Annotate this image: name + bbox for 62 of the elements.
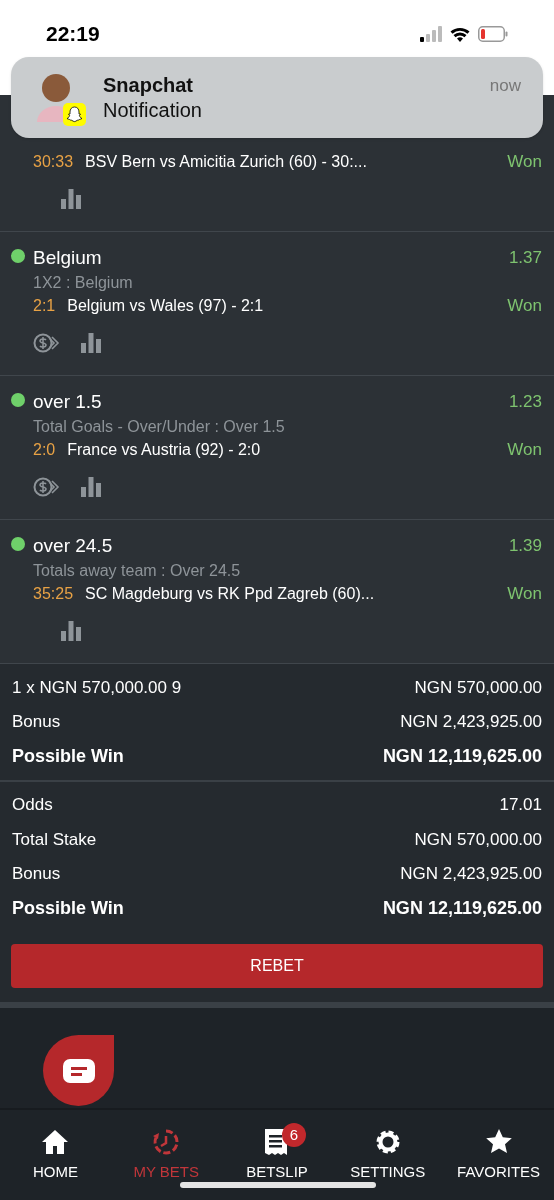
notification-card[interactable]: Snapchat Notification now — [11, 57, 543, 138]
wifi-icon — [450, 26, 470, 42]
summary-label: Possible Win — [12, 744, 124, 768]
stats-icon[interactable] — [61, 621, 81, 641]
summary-value: NGN 12,119,625.00 — [382, 896, 542, 920]
match-score: 35:25 — [33, 584, 74, 604]
odds-value: 1.37 — [508, 247, 542, 270]
summary-label: Total Stake — [12, 828, 97, 851]
match-name: SC Magdeburg vs RK Ppd Zagreb (60)... — [85, 584, 376, 604]
notification-time: now — [489, 75, 521, 97]
stats-icon[interactable] — [81, 477, 101, 497]
match-score: 30:33 — [33, 152, 74, 172]
summary-value: 17.01 — [499, 794, 542, 816]
summary-value: NGN 570,000.00 — [414, 676, 542, 699]
star-icon — [484, 1128, 513, 1156]
selection-name: over 1.5 — [33, 389, 103, 414]
match-name: Belgium vs Wales (97) - 2:1 — [67, 296, 265, 316]
match-name: France vs Austria (92) - 2:0 — [67, 440, 262, 460]
nav-tab[interactable]: SETTINGS — [332, 1110, 444, 1200]
nav-tab[interactable]: 6 BETSLIP — [221, 1110, 333, 1200]
home-icon — [41, 1128, 70, 1156]
summary-value: NGN 12,119,625.00 — [382, 744, 542, 768]
battery-icon — [478, 26, 508, 42]
chat-icon — [62, 1058, 95, 1083]
result-label: Won — [507, 295, 542, 318]
selection-name: over 24.5 — [33, 533, 114, 558]
summary-value: NGN 2,423,925.00 — [400, 863, 542, 885]
stats-icon[interactable] — [81, 333, 101, 353]
status-time: 22:19 — [46, 21, 100, 47]
clock-icon — [152, 1128, 181, 1156]
rebet-button[interactable]: REBET — [11, 943, 543, 988]
match-name: BSV Bern vs Amicitia Zurich (60) - 30:... — [85, 152, 368, 172]
summary-value: NGN 2,423,925.00 — [400, 711, 542, 733]
stats-icon[interactable] — [61, 189, 81, 209]
result-label: Won — [507, 151, 542, 174]
result-label: Won — [507, 583, 542, 606]
summary-label: Bonus — [12, 711, 61, 733]
cashout-icon[interactable] — [33, 477, 61, 497]
summary-value: NGN 570,000.00 — [414, 828, 542, 851]
summary-label: Odds — [12, 794, 53, 816]
result-label: Won — [507, 439, 542, 462]
summary-label: Possible Win — [12, 896, 124, 920]
selection-name: Belgium — [33, 245, 103, 270]
count-badge: 6 — [282, 1123, 306, 1147]
nav-tab[interactable]: FAVORITES — [443, 1110, 554, 1200]
notification-title: Snapchat — [103, 72, 195, 97]
notification-message: Notification — [103, 97, 203, 123]
match-score: 2:1 — [33, 296, 56, 316]
odds-value: 1.39 — [508, 535, 542, 558]
receipt-icon — [264, 1128, 290, 1156]
match-score: 2:0 — [33, 440, 56, 460]
nav-tab[interactable]: HOME — [0, 1110, 111, 1200]
ghost-icon — [63, 102, 86, 126]
chat-button[interactable] — [43, 1035, 114, 1106]
cashout-icon[interactable] — [33, 333, 61, 353]
market-label: Totals away team : Over 24.5 — [33, 561, 241, 581]
odds-value: 1.23 — [508, 391, 542, 414]
summary-label: 1 x NGN 570,000.00 9 — [12, 676, 182, 699]
summary-label: Bonus — [12, 863, 61, 885]
market-label: 1X2 : Belgium — [33, 273, 133, 293]
market-label: Total Goals - Over/Under : Over 1.5 — [33, 417, 285, 437]
signal-icon — [420, 26, 442, 42]
